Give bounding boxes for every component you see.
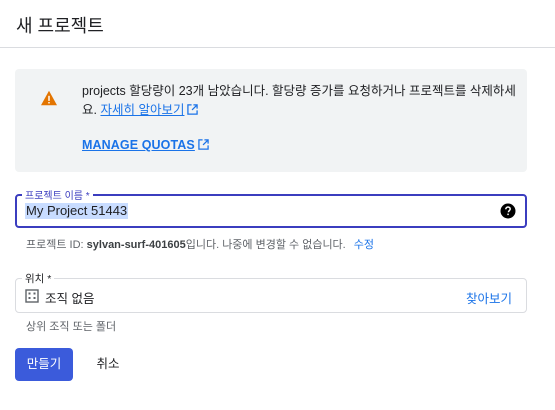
project-name-label: 프로젝트 이름 * <box>22 187 93 202</box>
location-hint: 상위 조직 또는 폴더 <box>26 321 117 333</box>
warning-icon <box>41 90 57 106</box>
project-name-input[interactable]: My Project 51443 <box>25 203 129 219</box>
create-button[interactable]: 만들기 <box>15 348 73 381</box>
page-title: 새 프로젝트 <box>16 16 104 36</box>
page-header: 새 프로젝트 <box>0 0 555 48</box>
project-id-prefix: 프로젝트 ID: <box>26 239 87 251</box>
external-link-icon <box>198 139 209 150</box>
project-id-suffix: 입니다. 나중에 변경할 수 없습니다. <box>185 239 346 251</box>
cancel-button[interactable]: 취소 <box>84 348 132 381</box>
location-label: 위치 * <box>22 271 55 286</box>
location-field[interactable]: 조직 없음 찾아보기 <box>15 278 527 313</box>
external-link-icon <box>187 104 199 115</box>
project-id-value: sylvan-surf-401605 <box>86 239 186 251</box>
learn-more-link[interactable]: 자세히 알아보기 <box>100 103 199 117</box>
help-icon[interactable] <box>500 203 516 219</box>
manage-quotas-label: MANAGE QUOTAS <box>82 138 195 152</box>
manage-quotas-link[interactable]: MANAGE QUOTAS <box>82 138 209 152</box>
building-icon <box>25 289 39 303</box>
quota-notice: projects 할당량이 23개 남았습니다. 할당량 증가를 요청하거나 프… <box>15 69 527 172</box>
edit-project-id-link[interactable]: 수정 <box>354 239 374 251</box>
location-value: 조직 없음 <box>45 292 95 306</box>
learn-more-label: 자세히 알아보기 <box>100 103 185 117</box>
project-id-hint: 프로젝트 ID: sylvan-surf-401605입니다. 나중에 변경할 … <box>26 236 374 252</box>
quota-message-block: projects 할당량이 23개 남았습니다. 할당량 증가를 요청하거나 프… <box>82 82 522 120</box>
browse-button[interactable]: 찾아보기 <box>466 288 512 307</box>
